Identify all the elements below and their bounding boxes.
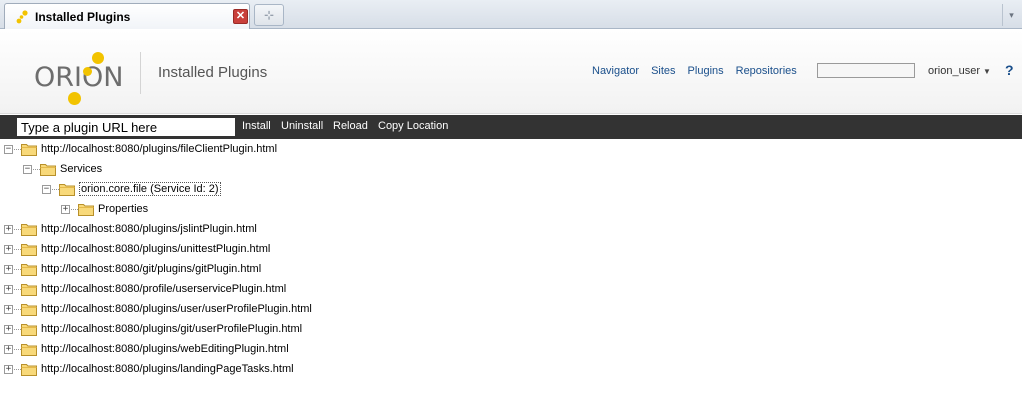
collapse-icon[interactable]: − [23,165,32,174]
folder-icon [21,362,37,376]
tree-connector [52,189,59,190]
tree-item-label[interactable]: http://localhost:8080/plugins/jslintPlug… [41,223,257,235]
tree-item-label[interactable]: http://localhost:8080/plugins/unittestPl… [41,243,270,255]
new-tab-button[interactable]: ⊹ [254,4,284,26]
tree-connector [14,229,21,230]
help-icon[interactable]: ? [1005,62,1014,78]
logo-text: ORION [34,62,124,93]
primary-nav: Navigator Sites Plugins Repositories [592,65,797,77]
tree-item-label[interactable]: Properties [98,203,148,215]
tree-connector [14,149,21,150]
nav-link-navigator[interactable]: Navigator [592,65,639,77]
folder-icon [21,142,37,156]
header-divider [140,52,141,94]
nav-link-plugins[interactable]: Plugins [688,65,724,77]
tree-connector [33,169,40,170]
folder-icon [21,302,37,316]
tree-connector [14,369,21,370]
orion-logo[interactable]: ORION [28,40,128,105]
expand-icon[interactable]: + [4,225,13,234]
expand-icon[interactable]: + [4,245,13,254]
collapse-icon[interactable]: − [42,185,51,194]
folder-icon [40,162,56,176]
tree-item-label[interactable]: http://localhost:8080/plugins/git/userPr… [41,323,302,335]
nav-link-sites[interactable]: Sites [651,65,675,77]
orion-favicon-icon [16,10,28,24]
expand-icon[interactable]: + [61,205,70,214]
user-name: orion_user [928,65,980,77]
close-tab-icon[interactable]: ✕ [233,9,248,24]
plugin-url-input[interactable] [17,118,235,136]
expand-icon[interactable]: + [4,265,13,274]
expand-icon[interactable]: + [4,365,13,374]
page-title: Installed Plugins [158,64,268,81]
folder-icon [59,182,75,196]
logo-dot-mid [83,67,92,76]
tree-connector [14,309,21,310]
install-button[interactable]: Install [242,120,271,132]
uninstall-button[interactable]: Uninstall [281,120,323,132]
nav-link-repositories[interactable]: Repositories [736,65,797,77]
expand-icon[interactable]: + [4,325,13,334]
tree-item-label[interactable]: http://localhost:8080/plugins/fileClient… [41,143,277,155]
reload-button[interactable]: Reload [333,120,368,132]
browser-tab-installed-plugins[interactable]: Installed Plugins ✕ [4,3,250,29]
tree-connector [14,349,21,350]
search-input[interactable] [817,63,915,78]
user-menu[interactable]: orion_user ▼ [928,65,991,77]
tree-item-label[interactable]: http://localhost:8080/plugins/landingPag… [41,363,294,375]
tabs-menu-icon[interactable]: ▾ [1002,4,1020,26]
tree-item-label[interactable]: http://localhost:8080/git/plugins/gitPlu… [41,263,261,275]
folder-icon [21,262,37,276]
folder-icon [21,322,37,336]
plugin-toolbar: Install Uninstall Reload Copy Location [0,115,1022,139]
tree-connector [71,209,78,210]
expand-icon[interactable]: + [4,305,13,314]
folder-icon [21,242,37,256]
expand-icon[interactable]: + [4,285,13,294]
orion-header: ORION Installed Plugins Navigator Sites … [0,30,1022,114]
logo-dot-top [92,52,104,64]
folder-icon [21,282,37,296]
copy-location-button[interactable]: Copy Location [378,120,448,132]
folder-icon [78,202,94,216]
tree-connector [14,249,21,250]
browser-tab-strip: Installed Plugins ✕ ⊹ ▾ [0,0,1022,29]
logo-dot-bottom [68,92,81,105]
folder-icon [21,342,37,356]
tree-item-label[interactable]: orion.core.file (Service Id: 2) [79,182,221,196]
chevron-down-icon: ▼ [982,67,991,76]
tree-item-label[interactable]: http://localhost:8080/plugins/user/userP… [41,303,312,315]
tree-connector [14,289,21,290]
folder-icon [21,222,37,236]
expand-icon[interactable]: + [4,345,13,354]
tree-item-label[interactable]: Services [60,163,102,175]
collapse-icon[interactable]: − [4,145,13,154]
tree-item-label[interactable]: http://localhost:8080/plugins/webEditing… [41,343,289,355]
tree-connector [14,269,21,270]
tree-connector [14,329,21,330]
browser-tab-title: Installed Plugins [35,10,131,24]
tree-item-label[interactable]: http://localhost:8080/profile/userservic… [41,283,286,295]
